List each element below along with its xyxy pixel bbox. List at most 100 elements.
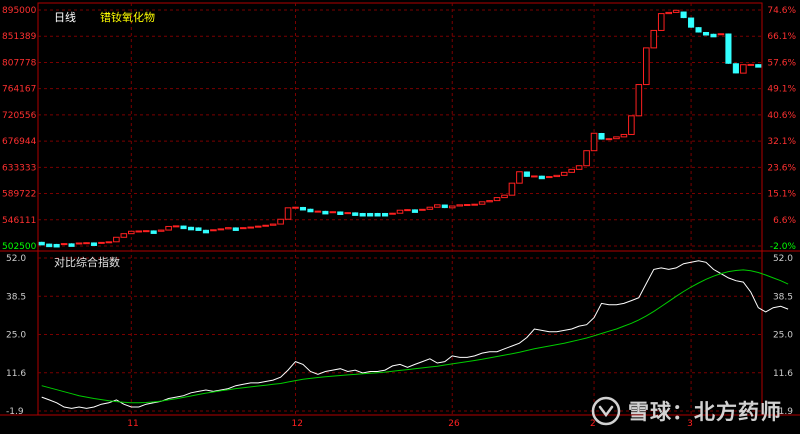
candle-up [486,200,493,203]
candle-down [322,210,329,215]
candle-up [142,230,150,233]
price-tick-label: 764167 [2,85,36,95]
candle-down [695,27,702,33]
candle-up [60,243,68,246]
candle-up [262,224,269,227]
candle-up [419,208,426,211]
index-tick-label-right: 25.0 [773,331,793,341]
candle-up [613,136,620,140]
candle-up [83,242,90,245]
price-tick-label: 633333 [2,163,36,173]
candle-up [135,230,143,233]
candle-down [538,175,545,180]
candle-down [46,243,53,248]
candle-up [747,63,755,66]
candle-down [598,133,605,140]
candle-up [635,84,643,117]
index-tick-label: 25.0 [6,331,26,341]
candle-down [382,212,389,217]
candle-down [702,31,710,36]
percent-tick-label: 49.1% [767,85,796,95]
price-tick-label: 589722 [2,190,36,200]
candle-up [314,210,322,213]
price-tick-label: 676944 [2,137,37,147]
candle-up [516,171,523,184]
candle-up [254,225,262,228]
candle-up [478,201,486,205]
candle-up [120,233,128,238]
candle-up [508,182,516,196]
candle-down [688,17,695,28]
candle-down [53,243,60,248]
candle-up [329,211,337,214]
index-tick-label: 38.5 [6,292,26,302]
candle-up [172,225,180,228]
candle-down [299,206,307,211]
candle-up [456,204,464,207]
candle-up [247,226,255,229]
price-tick-label: 895000 [2,6,37,16]
candle-up [605,138,613,141]
candle-up [628,115,635,135]
price-tick-label: 546111 [2,216,36,226]
candle-up [575,165,583,170]
candle-up [210,229,217,232]
candle-down [411,209,418,213]
candle-up [113,236,120,243]
candle-up [225,227,232,230]
price-tick-label: 502500 [2,242,37,252]
percent-tick-label: 32.1% [767,137,796,147]
watermark-text: 雪球：北方药师 [628,400,782,424]
index-tick-label-right: 11.6 [773,369,793,379]
candle-up [471,203,478,206]
index-tick-label-right: 52.0 [773,254,793,264]
date-tick-label: 12 [292,419,303,429]
candle-up [389,212,396,215]
candle-up [463,204,471,207]
watermark: 雪球：北方药师 [591,396,782,426]
candle-up [269,223,277,226]
candle-down [441,204,448,209]
candle-up [501,194,508,199]
candle-down [90,242,98,246]
candle-down [755,64,762,68]
percent-tick-label: 40.6% [767,111,796,121]
date-tick-label: 11 [127,419,138,429]
chart-background [0,0,800,434]
candle-down [367,212,374,217]
candle-up [98,241,105,244]
index-tick-label: 52.0 [6,254,26,264]
candle-down [150,230,157,234]
candle-down [710,33,717,38]
candle-up [75,242,83,245]
period-label: 日线 [54,10,76,24]
candle-down [374,212,381,217]
candle-down [307,208,314,213]
candle-up [157,229,165,232]
candle-up [545,176,553,179]
candle-up [493,197,501,202]
candle-up [105,241,113,244]
candle-up [277,218,284,225]
candle-down [38,241,45,246]
candle-up [426,206,434,210]
candle-up [404,209,411,212]
candle-up [583,150,590,167]
candle-up [560,171,568,176]
candle-down [337,211,344,215]
candle-up [650,29,658,49]
snowball-logo-icon [591,396,621,426]
candle-up [344,212,352,215]
candle-up [620,133,628,138]
candle-up [657,13,665,31]
candle-up [672,9,680,13]
candle-down [232,227,239,231]
candle-down [187,226,195,231]
index-tick-label: 11.6 [6,369,26,379]
candle-up [434,204,441,208]
chart-canvas: 895000 74.6% 851389 66.1% 807778 57.6% 764167 4… [0,0,800,434]
price-tick-label: 807778 [2,58,37,68]
percent-tick-label: 23.6% [767,163,796,173]
candle-up [292,206,299,209]
candle-up [217,228,225,231]
